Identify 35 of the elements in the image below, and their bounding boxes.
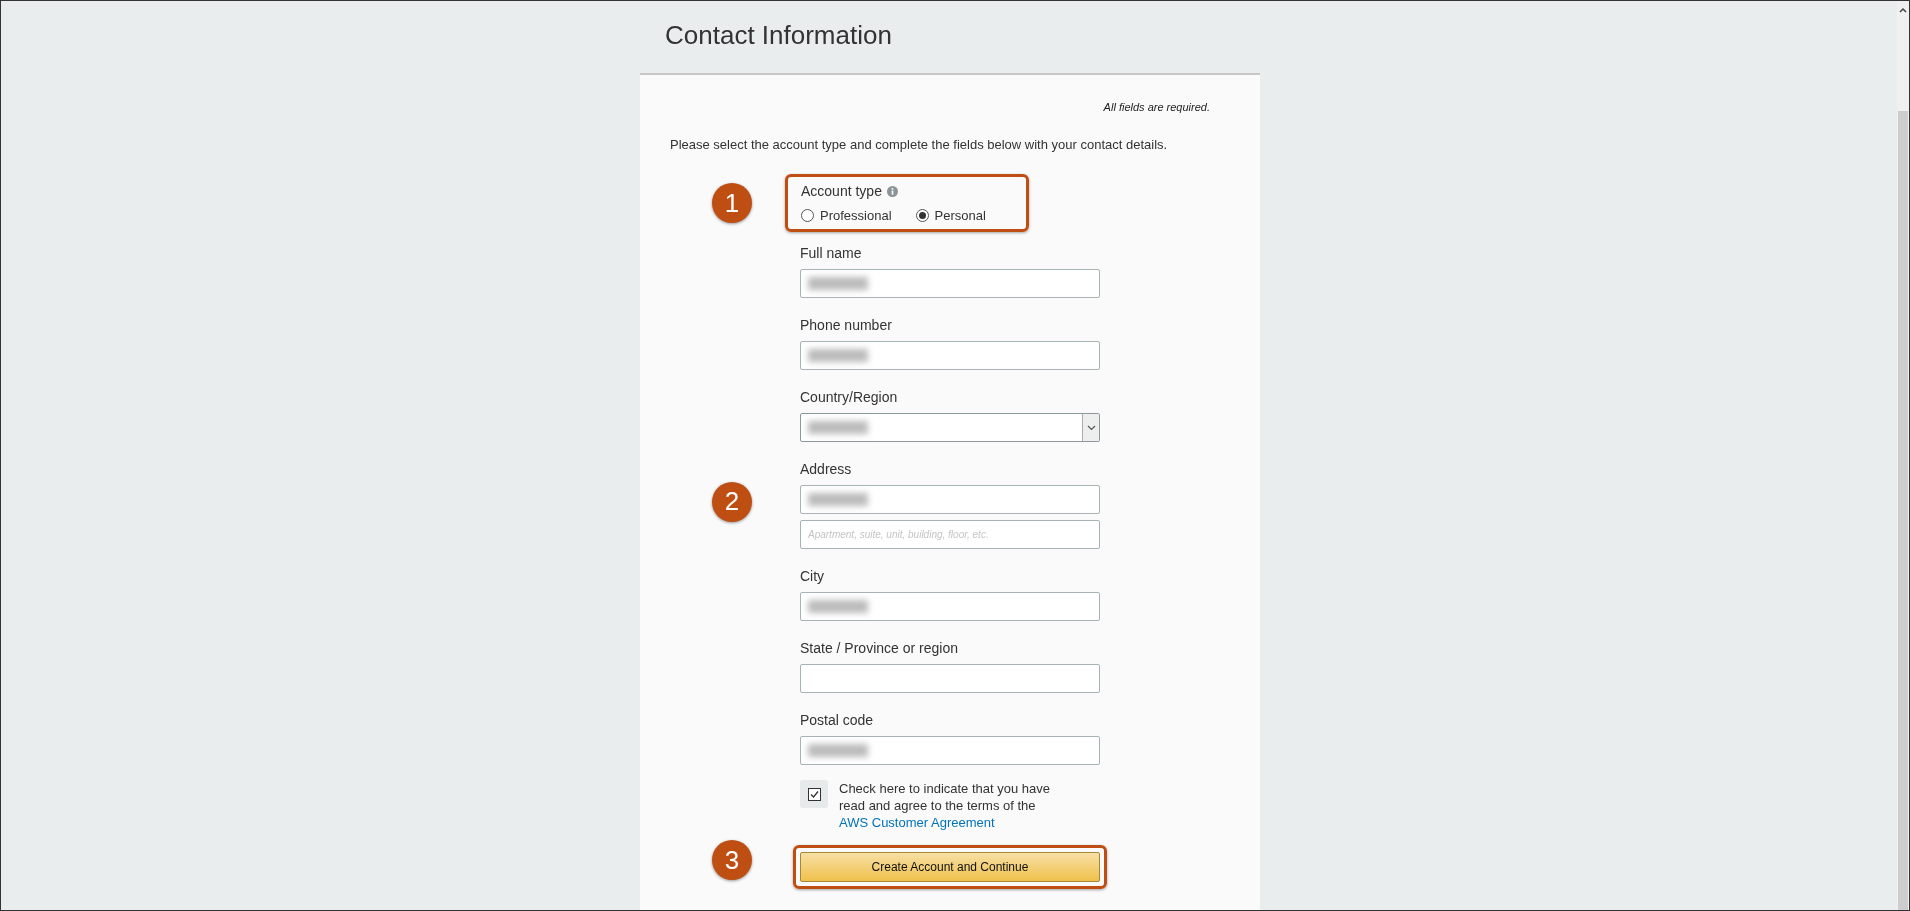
select-field[interactable] bbox=[800, 413, 1100, 442]
intro-text: Please select the account type and complete the fields below with your contact details. bbox=[670, 137, 1169, 152]
field-label: Address bbox=[800, 461, 853, 477]
input-field[interactable] bbox=[800, 592, 1100, 621]
input-field[interactable] bbox=[800, 736, 1100, 765]
radio-button[interactable] bbox=[801, 209, 814, 222]
scrollbar[interactable] bbox=[1897, 1, 1909, 910]
info-icon bbox=[886, 185, 898, 197]
radio-option[interactable]: Professional bbox=[801, 208, 892, 223]
step-number-badge: 1 bbox=[712, 183, 752, 223]
field-label: Full name bbox=[800, 245, 863, 261]
field-label: State / Province or region bbox=[800, 640, 959, 656]
caret-icon bbox=[1086, 424, 1096, 431]
agreement-link[interactable]: AWS Customer Agreement bbox=[839, 815, 995, 830]
field-label: Phone number bbox=[800, 317, 893, 333]
checkmark-icon bbox=[807, 787, 821, 801]
scroll-up-icon[interactable] bbox=[1899, 7, 1907, 13]
input-field[interactable] bbox=[800, 269, 1100, 298]
field-label: Postal code bbox=[800, 712, 875, 728]
step-number-badge: 2 bbox=[712, 481, 752, 522]
scrollbar-thumb[interactable] bbox=[1898, 111, 1908, 910]
checkbox[interactable] bbox=[800, 780, 828, 808]
page-title: Contact Information bbox=[665, 19, 893, 51]
input-field[interactable] bbox=[800, 341, 1100, 370]
input-field[interactable] bbox=[800, 485, 1100, 514]
agreement-text: Check here to indicate that you have read and agree to the terms of the AWS Customer Agreement bbox=[839, 780, 1052, 831]
field-label: City bbox=[800, 568, 826, 584]
field-label: Country/Region bbox=[800, 389, 899, 405]
required-note: All fields are required. bbox=[1102, 101, 1211, 113]
input-field[interactable] bbox=[800, 664, 1100, 693]
create-account-button[interactable]: Create Account and Continue bbox=[800, 852, 1100, 882]
radio-button[interactable] bbox=[915, 209, 929, 222]
radio-option[interactable]: Personal bbox=[915, 208, 986, 223]
step-number-badge: 3 bbox=[712, 840, 752, 880]
field-label: Account type bbox=[801, 183, 882, 199]
